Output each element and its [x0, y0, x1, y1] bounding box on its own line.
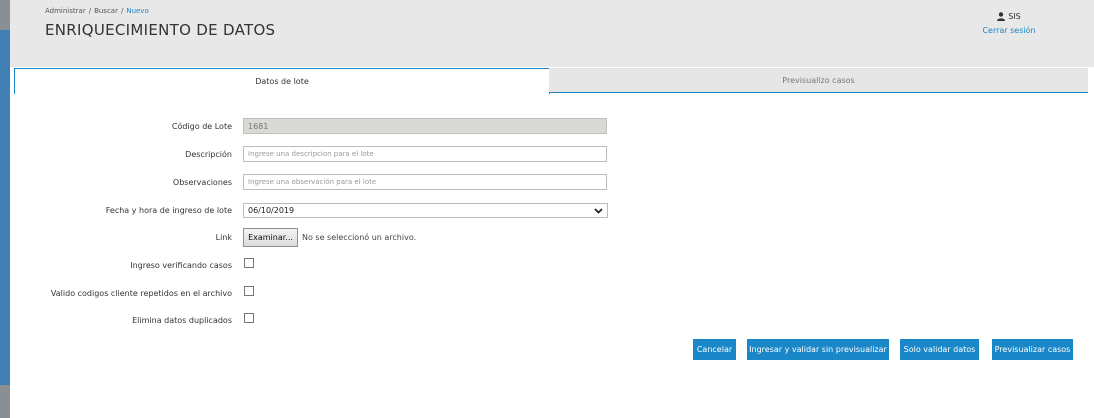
tab-bar: Datos de lote Previsualizo casos [14, 68, 1088, 94]
tab-datos-de-lote[interactable]: Datos de lote [14, 68, 550, 94]
breadcrumb-item-administrar[interactable]: Administrar [45, 7, 86, 15]
preview-cases-button[interactable]: Previsualizar casos [992, 339, 1073, 360]
check-verify-cases[interactable] [244, 258, 254, 268]
description-input[interactable]: Ingrese una descripcion para el lote [243, 146, 607, 162]
check-verify-label: Ingreso verificando casos [130, 261, 232, 270]
user-name-row: SIS [979, 12, 1039, 21]
browse-file-button[interactable]: Examinar... [243, 228, 298, 247]
validate-only-button[interactable]: Solo validar datos [900, 339, 979, 360]
check-remove-duplicates[interactable] [244, 313, 254, 323]
check-remove-duplicates-label: Elimina datos duplicados [132, 316, 232, 325]
lot-code-field: 1681 [243, 118, 607, 134]
date-value: 06/10/2019 [248, 206, 295, 215]
left-edge-strip [0, 0, 10, 418]
breadcrumb-separator: / [120, 7, 124, 15]
chevron-down-icon [594, 207, 603, 214]
cancel-button[interactable]: Cancelar [693, 339, 736, 360]
user-box: SIS Cerrar sesión [979, 12, 1039, 35]
breadcrumb-item-buscar[interactable]: Buscar [94, 7, 118, 15]
link-label: Link [215, 233, 232, 242]
breadcrumb-current[interactable]: Nuevo [126, 7, 148, 15]
logout-link[interactable]: Cerrar sesión [979, 26, 1039, 35]
date-label: Fecha y hora de ingreso de lote [105, 206, 232, 215]
observations-label: Observaciones [172, 178, 232, 187]
observations-input[interactable]: Ingrese una observación para el lote [243, 174, 607, 190]
file-status: No se seleccionó un archivo. [302, 233, 417, 242]
left-edge-accent [0, 30, 10, 385]
lot-code-label: Código de Lote [171, 122, 232, 131]
user-icon [997, 12, 1006, 21]
check-duplicates-codes-label: Valido codigos cliente repetidos en el a… [50, 289, 232, 298]
date-select[interactable]: 06/10/2019 [243, 203, 608, 218]
user-name: SIS [1008, 12, 1021, 21]
page-title: ENRIQUECIMIENTO DE DATOS [45, 21, 276, 39]
page: Administrar / Buscar / Nuevo ENRIQUECIMIENTO… [10, 0, 1094, 418]
breadcrumb-separator: / [88, 7, 92, 15]
ingest-validate-button[interactable]: Ingresar y validar sin previsualizar [747, 339, 889, 360]
page-header: Administrar / Buscar / Nuevo ENRIQUECIMIENTO… [10, 0, 1094, 67]
breadcrumb: Administrar / Buscar / Nuevo [45, 7, 149, 15]
description-label: Descripción [185, 150, 232, 159]
tab-previsualizo-casos[interactable]: Previsualizo casos [549, 68, 1088, 93]
check-repeated-client-codes[interactable] [244, 286, 254, 296]
